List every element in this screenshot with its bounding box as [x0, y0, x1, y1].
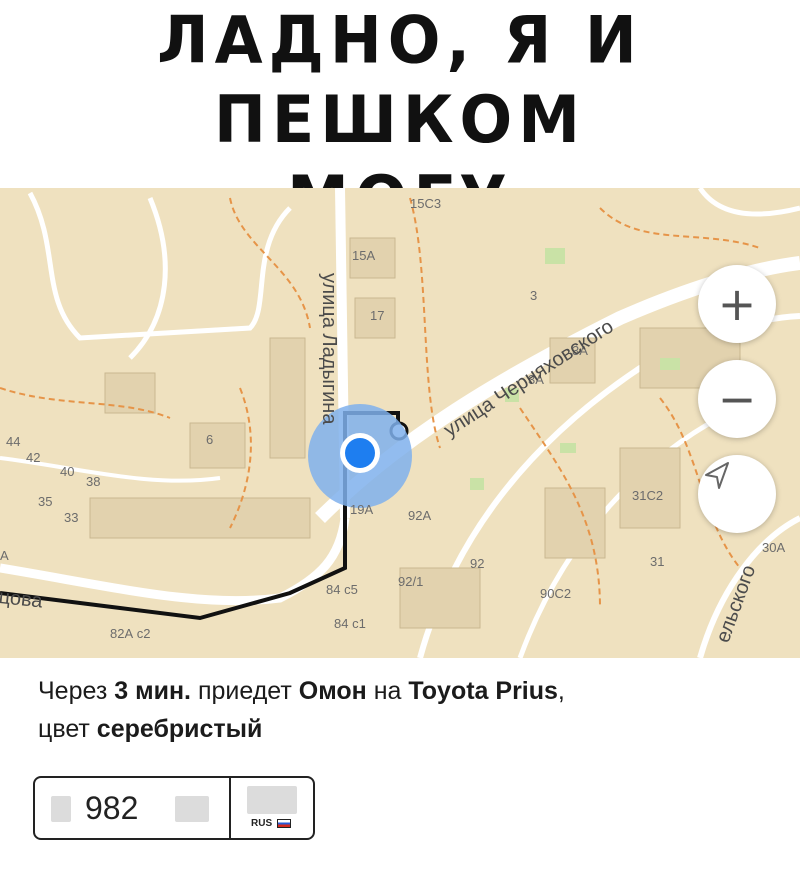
ride-info-text: цвет — [38, 715, 97, 743]
house-number: 30А — [762, 540, 786, 555]
street-label-ladygina: улица Ладыгина — [318, 273, 340, 425]
navigation-arrow-icon — [705, 462, 729, 489]
house-number: 15А — [352, 248, 376, 263]
car-model: Toyota Prius — [408, 677, 558, 705]
house-number: А — [0, 548, 9, 563]
map-view[interactable]: 15С3 15А 17 3 3А 3А 6 44 42 40 38 35 33 … — [0, 188, 800, 658]
plate-country-code: RUS — [251, 818, 273, 829]
street-label-partial-left: цова — [0, 586, 44, 613]
ride-info-text: на — [366, 677, 409, 705]
ride-info-text: приедет — [191, 677, 299, 705]
house-number: 40 — [60, 464, 75, 479]
car-color: серебристый — [96, 715, 263, 743]
house-number: 82А с2 — [110, 626, 151, 641]
ride-info-text: , — [557, 677, 565, 705]
plate-main-section: 982 — [35, 778, 231, 838]
meme-caption-line-1: Ладно, я и пешком — [157, 1, 643, 158]
minus-icon: − — [717, 372, 757, 426]
house-number: 92 — [470, 556, 485, 571]
house-number: 33 — [64, 510, 79, 525]
house-number: 17 — [370, 308, 385, 323]
house-number: 19А — [350, 502, 374, 517]
house-number: 92А — [408, 508, 432, 523]
plate-redacted-region — [247, 786, 297, 814]
house-number: 35 — [38, 494, 53, 509]
house-number: 84 с1 — [334, 616, 366, 631]
house-number: 6 — [206, 432, 214, 447]
house-number: 84 с5 — [326, 582, 358, 597]
house-number: 3 — [530, 288, 538, 303]
driver-name: Омон — [298, 677, 367, 705]
house-number: 92/1 — [398, 574, 424, 589]
house-number: 90С2 — [540, 586, 572, 601]
house-number: 15С3 — [410, 196, 442, 211]
plate-redacted-letter — [51, 796, 71, 822]
license-plate: 982 RUS — [33, 776, 315, 840]
locate-me-button[interactable] — [698, 455, 776, 533]
plate-redacted-letters — [175, 796, 209, 822]
house-number: 31 — [650, 554, 665, 569]
plate-region-section: RUS — [231, 778, 313, 838]
plate-number: 982 — [85, 790, 139, 826]
arrival-time: 3 мин. — [114, 677, 191, 705]
zoom-out-button[interactable]: − — [698, 360, 776, 438]
ride-info: Через 3 мин. приедет Омон на Toyota Priu… — [38, 672, 778, 748]
house-number: 42 — [26, 450, 41, 465]
zoom-in-button[interactable]: + — [698, 265, 776, 343]
house-number: 44 — [6, 434, 21, 449]
plus-icon: + — [717, 277, 757, 331]
ride-info-text: Через — [38, 677, 115, 705]
house-number: 38 — [86, 474, 101, 489]
house-number: 31С2 — [632, 488, 664, 503]
russia-flag-icon — [277, 819, 291, 828]
